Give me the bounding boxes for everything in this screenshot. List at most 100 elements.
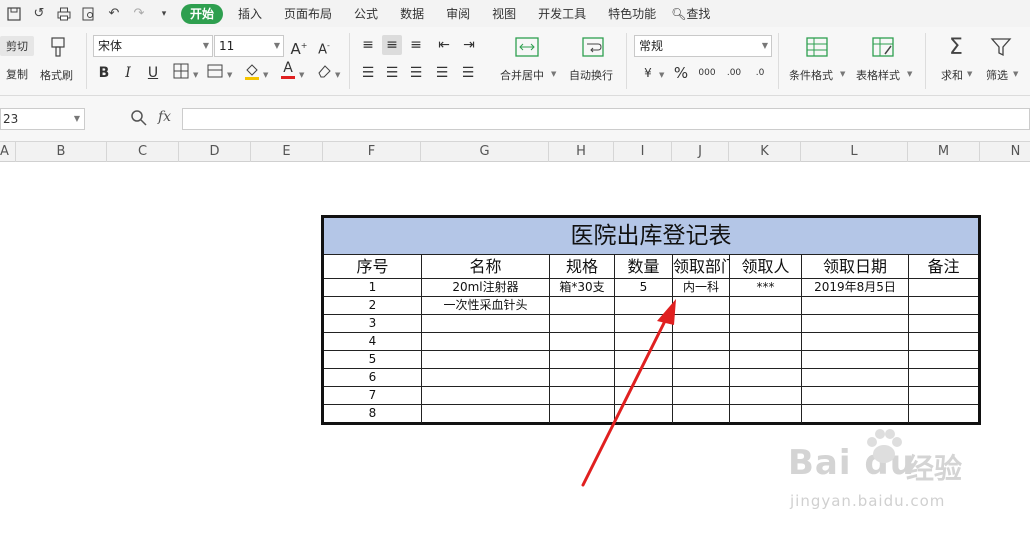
column-header-a[interactable]: A: [0, 142, 16, 162]
table-cell-note[interactable]: [909, 387, 978, 405]
fx-icon[interactable]: fx: [158, 109, 171, 125]
sum-icon[interactable]: Σ: [943, 33, 969, 61]
redo-icon[interactable]: ↷: [128, 4, 150, 24]
undo-history-icon[interactable]: ↺: [28, 4, 50, 24]
chevron-down-icon[interactable]: ▼: [967, 70, 972, 78]
column-header-i[interactable]: I: [614, 142, 672, 162]
merge-center-icon[interactable]: [514, 35, 540, 59]
conditional-format-icon[interactable]: [804, 35, 830, 59]
table-cell-seq[interactable]: 8: [324, 405, 422, 423]
header-cell-receiver[interactable]: 领取人: [730, 255, 802, 279]
justify-icon[interactable]: ☰: [432, 63, 452, 83]
eraser-icon[interactable]: [314, 63, 334, 83]
chevron-down-icon[interactable]: ▼: [335, 71, 340, 79]
print-preview-icon[interactable]: [78, 4, 100, 24]
table-cell-receiver[interactable]: [730, 315, 802, 333]
column-header-m[interactable]: M: [908, 142, 980, 162]
save-icon[interactable]: [3, 4, 25, 24]
table-cell-seq[interactable]: 3: [324, 315, 422, 333]
increase-font-icon[interactable]: A+: [289, 36, 309, 58]
table-cell-receiver[interactable]: ***: [730, 279, 802, 297]
fill-color-icon[interactable]: [242, 61, 262, 81]
chevron-down-icon[interactable]: ▼: [299, 71, 304, 79]
tab-formula[interactable]: 公式: [343, 4, 389, 24]
table-cell-name[interactable]: [422, 315, 550, 333]
header-cell-name[interactable]: 名称: [422, 255, 550, 279]
percent-button[interactable]: %: [671, 63, 691, 83]
chevron-down-icon[interactable]: ▼: [263, 71, 268, 79]
table-cell-date[interactable]: [802, 387, 909, 405]
chevron-down-icon[interactable]: ▼: [227, 71, 232, 79]
cut-button[interactable]: 剪切: [0, 36, 34, 56]
align-middle-icon[interactable]: ≡: [382, 35, 402, 55]
sum-label[interactable]: 求和: [941, 67, 963, 83]
header-cell-qty[interactable]: 数量: [615, 255, 673, 279]
table-cell-date[interactable]: [802, 297, 909, 315]
filter-icon[interactable]: [988, 35, 1014, 59]
tab-view[interactable]: 视图: [481, 4, 527, 24]
search-button[interactable]: 🔍︎查找: [667, 4, 721, 24]
italic-button[interactable]: I: [118, 63, 138, 83]
table-cell-name[interactable]: [422, 333, 550, 351]
increase-decimal-icon[interactable]: .00: [724, 63, 744, 83]
table-cell-note[interactable]: [909, 405, 978, 423]
column-header-k[interactable]: K: [729, 142, 801, 162]
table-style-icon[interactable]: [870, 35, 896, 59]
table-cell-note[interactable]: [909, 351, 978, 369]
chevron-down-icon[interactable]: ▼: [659, 71, 664, 79]
table-cell-receiver[interactable]: [730, 369, 802, 387]
column-header-j[interactable]: J: [672, 142, 729, 162]
table-cell-receiver[interactable]: [730, 333, 802, 351]
table-cell-seq[interactable]: 7: [324, 387, 422, 405]
table-cell-note[interactable]: [909, 333, 978, 351]
decrease-font-icon[interactable]: A-: [314, 36, 334, 57]
thousands-icon[interactable]: 000: [697, 63, 717, 83]
table-style-label[interactable]: 表格样式: [856, 67, 900, 83]
chevron-down-icon[interactable]: ▼: [907, 70, 912, 78]
header-cell-dept[interactable]: 领取部门: [673, 255, 730, 279]
header-cell-seq[interactable]: 序号: [324, 255, 422, 279]
table-cell-name[interactable]: [422, 369, 550, 387]
align-center-icon[interactable]: ☰: [382, 63, 402, 83]
table-title[interactable]: 医院出库登记表: [324, 218, 978, 255]
filter-label[interactable]: 筛选: [986, 67, 1008, 83]
zoom-search-icon[interactable]: [130, 109, 148, 130]
cell-style-icon[interactable]: [205, 63, 225, 83]
table-cell-date[interactable]: [802, 351, 909, 369]
column-header-n[interactable]: N: [980, 142, 1030, 162]
format-painter-icon[interactable]: [46, 35, 70, 59]
chevron-down-icon[interactable]: ▼: [1013, 70, 1018, 78]
table-cell-name[interactable]: 20ml注射器: [422, 279, 550, 297]
table-cell-note[interactable]: [909, 369, 978, 387]
table-cell-seq[interactable]: 6: [324, 369, 422, 387]
table-cell-receiver[interactable]: [730, 387, 802, 405]
align-top-icon[interactable]: ≡: [358, 35, 378, 55]
underline-button[interactable]: U: [143, 63, 163, 83]
conditional-format-label[interactable]: 条件格式: [789, 67, 833, 83]
currency-icon[interactable]: ¥: [638, 63, 658, 83]
table-cell-date[interactable]: [802, 405, 909, 423]
tab-page-layout[interactable]: 页面布局: [273, 4, 343, 24]
undo-icon[interactable]: ↶: [103, 4, 125, 24]
header-cell-note[interactable]: 备注: [909, 255, 978, 279]
header-cell-date[interactable]: 领取日期: [802, 255, 909, 279]
column-header-h[interactable]: H: [549, 142, 614, 162]
merge-center-label[interactable]: 合并居中: [500, 67, 544, 83]
table-cell-receiver[interactable]: [730, 405, 802, 423]
tab-insert[interactable]: 插入: [227, 4, 273, 24]
align-bottom-icon[interactable]: ≡: [406, 35, 426, 55]
chevron-down-icon[interactable]: ▼: [193, 71, 198, 79]
chevron-down-icon[interactable]: ▾: [153, 4, 175, 24]
table-cell-seq[interactable]: 4: [324, 333, 422, 351]
font-size-select[interactable]: 11 ▼: [214, 35, 284, 57]
wrap-text-label[interactable]: 自动换行: [569, 67, 613, 83]
table-cell-date[interactable]: 2019年8月5日: [802, 279, 909, 297]
font-name-select[interactable]: 宋体 ▼: [93, 35, 213, 57]
tab-developer[interactable]: 开发工具: [527, 4, 597, 24]
chevron-down-icon[interactable]: ▼: [551, 70, 556, 78]
table-cell-note[interactable]: [909, 315, 978, 333]
column-header-b[interactable]: B: [16, 142, 107, 162]
column-header-c[interactable]: C: [107, 142, 179, 162]
table-cell-date[interactable]: [802, 315, 909, 333]
tab-data[interactable]: 数据: [389, 4, 435, 24]
